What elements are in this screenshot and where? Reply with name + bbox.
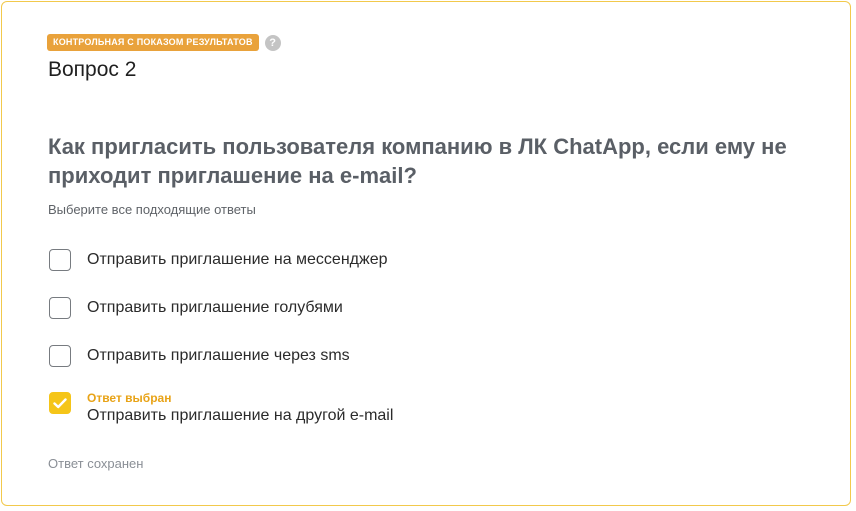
question-card: КОНТРОЛЬНАЯ С ПОКАЗОМ РЕЗУЛЬТАТОВ ? Вопр… [1, 1, 851, 506]
question-text: Как пригласить пользователя компанию в Л… [48, 134, 787, 188]
answer-option-1[interactable]: Отправить приглашение на мессенджер [49, 249, 388, 271]
checkmark-icon [53, 397, 67, 408]
question-number: Вопрос 2 [48, 58, 137, 81]
answer-hint: Выберите все подходящие ответы [48, 202, 256, 217]
save-status: Ответ сохранен [48, 456, 144, 471]
test-type-badge: КОНТРОЛЬНАЯ С ПОКАЗОМ РЕЗУЛЬТАТОВ [47, 34, 259, 51]
option-label[interactable]: Отправить приглашение на другой e-mail [87, 405, 393, 427]
answer-option-4[interactable]: Ответ выбран Отправить приглашение на др… [49, 392, 393, 427]
option-label[interactable]: Отправить приглашение через sms [87, 345, 350, 367]
checkbox[interactable] [49, 249, 71, 271]
checkbox-checked[interactable] [49, 392, 71, 414]
selected-option-text: Ответ выбран Отправить приглашение на др… [87, 392, 393, 427]
checkbox[interactable] [49, 297, 71, 319]
option-label[interactable]: Отправить приглашение голубями [87, 297, 343, 319]
selected-note: Ответ выбран [87, 391, 172, 405]
badge-row: КОНТРОЛЬНАЯ С ПОКАЗОМ РЕЗУЛЬТАТОВ ? [47, 34, 281, 51]
answer-option-3[interactable]: Отправить приглашение через sms [49, 345, 350, 367]
checkbox[interactable] [49, 345, 71, 367]
answer-option-2[interactable]: Отправить приглашение голубями [49, 297, 343, 319]
help-icon[interactable]: ? [264, 34, 281, 51]
option-label[interactable]: Отправить приглашение на мессенджер [87, 249, 388, 271]
